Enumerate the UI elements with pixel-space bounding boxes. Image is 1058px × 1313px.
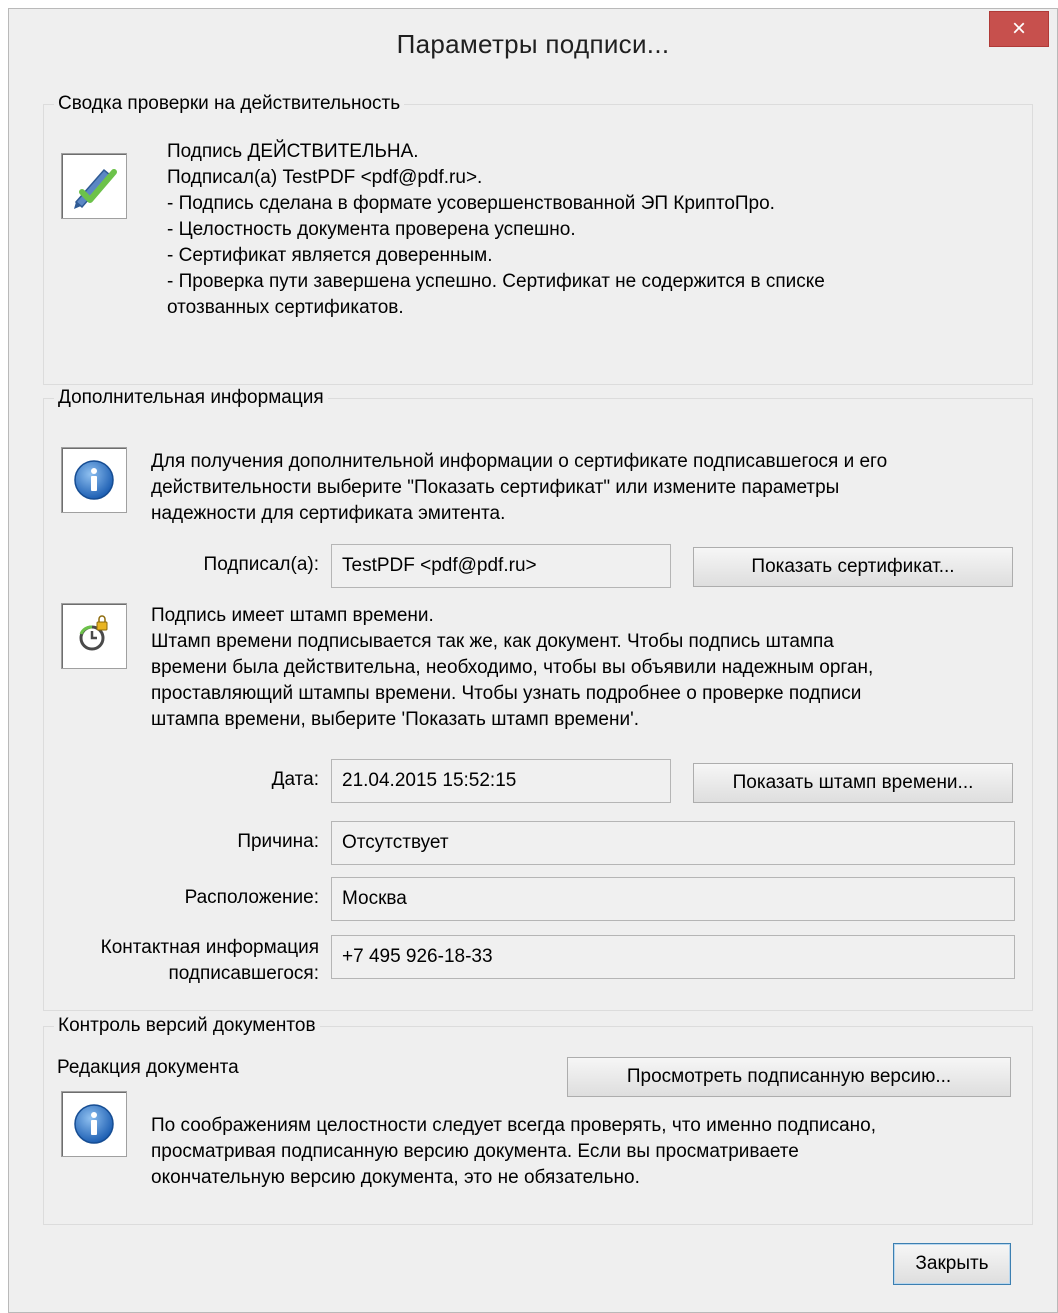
contact-label-line-1: Контактная информация bbox=[100, 937, 319, 958]
show-certificate-button[interactable]: Показать сертификат... bbox=[693, 547, 1013, 587]
pen-checkmark-icon bbox=[74, 168, 117, 209]
show-timestamp-button[interactable]: Показать штамп времени... bbox=[693, 763, 1013, 803]
summary-line-2: Подписал(а) TestPDF <pdf@pdf.ru>. bbox=[167, 167, 483, 188]
signer-label: Подписал(а): bbox=[203, 554, 319, 575]
reason-field[interactable]: Отсутствует bbox=[331, 821, 1015, 865]
timestamp-line-2: Штамп времени подписывается так же, как … bbox=[151, 631, 834, 652]
version-info-line-2: просматривая подписанную версию документ… bbox=[151, 1141, 799, 1162]
certificate-info-line-2: действительности выберите "Показать серт… bbox=[151, 477, 840, 498]
signature-properties-dialog: Параметры подписи... × Сводка проверки н… bbox=[8, 8, 1058, 1313]
close-button[interactable]: Закрыть bbox=[893, 1243, 1011, 1285]
info-icon bbox=[74, 460, 114, 500]
close-icon: × bbox=[1011, 15, 1026, 42]
version-info-icon-box bbox=[61, 1091, 127, 1157]
additional-info-legend: Дополнительная информация bbox=[58, 387, 324, 408]
version-control-legend: Контроль версий документов bbox=[58, 1015, 316, 1036]
location-field[interactable]: Москва bbox=[331, 877, 1015, 921]
certificate-info-icon-box bbox=[61, 447, 127, 513]
timestamp-line-4: проставляющий штампы времени. Чтобы узна… bbox=[151, 683, 862, 704]
dialog-title: Параметры подписи... bbox=[396, 29, 670, 59]
info-icon bbox=[74, 1104, 114, 1144]
version-info-line-1: По соображениям целостности следует всег… bbox=[151, 1115, 876, 1136]
summary-line-6: - Проверка пути завершена успешно. Серти… bbox=[167, 271, 825, 292]
clock-key-icon bbox=[79, 615, 108, 651]
signer-field[interactable]: TestPDF <pdf@pdf.ru> bbox=[331, 544, 671, 588]
summary-line-4: - Целостность документа проверена успешн… bbox=[167, 219, 576, 240]
timestamp-line-5: штампа времени, выберите 'Показать штамп… bbox=[151, 709, 639, 730]
document-revision-label: Редакция документа bbox=[57, 1057, 239, 1078]
date-label: Дата: bbox=[271, 769, 319, 790]
summary-line-1: Подпись ДЕЙСТВИТЕЛЬНА. bbox=[167, 141, 419, 162]
summary-line-3: - Подпись сделана в формате усовершенств… bbox=[167, 193, 775, 214]
reason-label: Причина: bbox=[237, 831, 319, 852]
contact-field[interactable]: +7 495 926-18-33 bbox=[331, 935, 1015, 979]
timestamp-line-3: времени была действительна, необходимо, … bbox=[151, 657, 874, 678]
certificate-info-line-3: надежности для сертификата эмитента. bbox=[151, 503, 506, 524]
title-bar[interactable]: Параметры подписи... × bbox=[9, 9, 1057, 71]
certificate-info-line-1: Для получения дополнительной информации … bbox=[151, 451, 888, 472]
signature-status-icon-box bbox=[61, 153, 127, 219]
close-window-button[interactable]: × bbox=[989, 11, 1049, 47]
contact-label-line-2: подписавшегося: bbox=[168, 963, 319, 984]
date-field[interactable]: 21.04.2015 15:52:15 bbox=[331, 759, 671, 803]
summary-line-5: - Сертификат является доверенным. bbox=[167, 245, 493, 266]
summary-line-7: отозванных сертификатов. bbox=[167, 297, 404, 318]
timestamp-line-1: Подпись имеет штамп времени. bbox=[151, 605, 434, 626]
timestamp-icon-box bbox=[61, 603, 127, 669]
location-label: Расположение: bbox=[184, 887, 319, 908]
view-signed-version-button[interactable]: Просмотреть подписанную версию... bbox=[567, 1057, 1011, 1097]
version-info-line-3: окончательную версию документа, это не о… bbox=[151, 1167, 640, 1188]
validity-summary-legend: Сводка проверки на действительность bbox=[58, 93, 401, 114]
